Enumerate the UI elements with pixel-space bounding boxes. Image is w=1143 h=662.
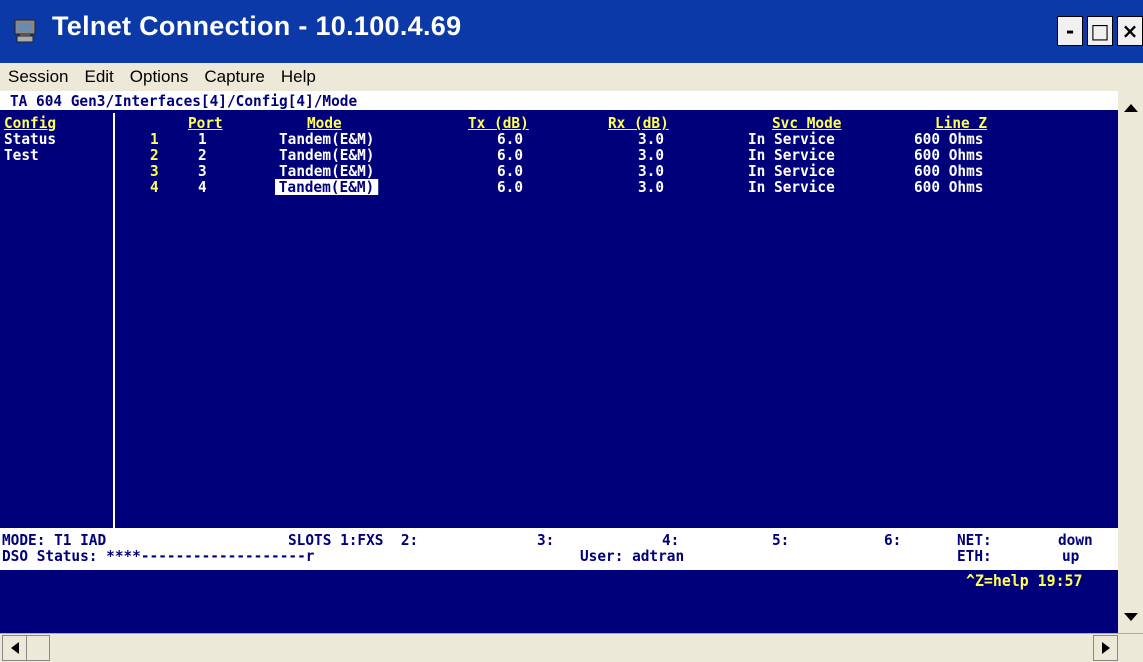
slot-5-status: 5: (772, 531, 790, 549)
mode-value[interactable]: Tandem(E&M) (279, 147, 374, 163)
svc-mode-value[interactable]: In Service (748, 179, 835, 195)
port-value: 2 (198, 146, 207, 164)
rx-value[interactable]: 3.0 (638, 163, 664, 179)
rx-value[interactable]: 3.0 (638, 131, 664, 147)
sidebar-divider (113, 113, 115, 528)
net-status: down (1058, 531, 1093, 549)
port-value: 4 (198, 178, 207, 196)
svc-mode-value[interactable]: In Service (748, 163, 835, 179)
menu-options[interactable]: Options (122, 67, 197, 87)
row-index: 2 (150, 146, 159, 164)
net-label: NET: (957, 531, 992, 549)
menu-session[interactable]: Session (0, 67, 76, 87)
menu-capture[interactable]: Capture (196, 67, 272, 87)
menu-help[interactable]: Help (273, 67, 324, 87)
menu-path: TA 604 Gen3/Interfaces[4]/Config[4]/Mode (10, 92, 358, 110)
terminal-screen[interactable]: TA 604 Gen3/Interfaces[4]/Config[4]/Mode… (0, 91, 1118, 633)
window-title: Telnet Connection - 10.100.4.69 (52, 11, 462, 41)
col-header-tx: Tx (dB) (468, 114, 529, 132)
terminal-bottom-area (0, 570, 1118, 633)
slots-status: SLOTS 1:FXS 2: (288, 531, 419, 549)
tx-value[interactable]: 6.0 (497, 179, 523, 195)
svc-mode-value[interactable]: In Service (748, 131, 835, 147)
slot-4-status: 4: (662, 531, 680, 549)
tx-value[interactable]: 6.0 (497, 147, 523, 163)
eth-status: up (1062, 547, 1080, 565)
rx-value[interactable]: 3.0 (638, 147, 664, 163)
col-header-mode: Mode (307, 114, 342, 132)
col-header-rx: Rx (dB) (608, 114, 669, 132)
horizontal-scrollbar[interactable] (0, 633, 1143, 662)
minimize-button[interactable]: - (1057, 16, 1083, 46)
col-header-svc-mode: Svc Mode (772, 114, 842, 132)
col-header-port: Port (188, 114, 223, 132)
mode-value[interactable]: Tandem(E&M) (279, 163, 374, 179)
sidebar-item-config[interactable]: Config (4, 115, 56, 131)
eth-label: ETH: (957, 547, 992, 565)
scroll-up-arrow-icon[interactable] (1118, 95, 1143, 120)
svc-mode-value[interactable]: In Service (748, 147, 835, 163)
title-bar: Telnet Connection - 10.100.4.69 - □ × (0, 0, 1143, 63)
sidebar-item-status[interactable]: Status (4, 131, 56, 147)
scroll-right-arrow-icon[interactable] (1093, 635, 1118, 661)
slot-3-status: 3: (537, 531, 555, 549)
menu-bar: Session Edit Options Capture Help (0, 63, 1143, 91)
line-z-value[interactable]: 600 Ohms (914, 131, 983, 147)
line-z-value[interactable]: 600 Ohms (914, 163, 983, 179)
col-header-line-z: Line Z (935, 114, 988, 132)
telnet-app-icon[interactable] (14, 18, 38, 44)
port-value: 3 (198, 162, 207, 180)
ds0-status: DSO Status: ****-------------------r (2, 547, 315, 565)
line-z-value[interactable]: 600 Ohms (914, 147, 983, 163)
user-status: User: adtran (580, 547, 685, 565)
scroll-left-arrow-icon[interactable] (2, 635, 27, 661)
mode-value-selected[interactable]: Tandem(E&M) (275, 179, 378, 195)
row-index: 1 (150, 130, 159, 148)
port-value: 1 (198, 130, 207, 148)
system-mode-status: MODE: T1 IAD (2, 531, 107, 549)
slot-6-status: 6: (884, 531, 902, 549)
scroll-down-arrow-icon[interactable] (1118, 604, 1143, 629)
sidebar-item-test[interactable]: Test (4, 147, 39, 163)
mode-value[interactable]: Tandem(E&M) (279, 131, 374, 147)
tx-value[interactable]: 6.0 (497, 131, 523, 147)
horizontal-scroll-thumb[interactable] (26, 635, 50, 661)
close-button[interactable]: × (1117, 16, 1143, 46)
row-index: 3 (150, 162, 159, 180)
maximize-button[interactable]: □ (1087, 16, 1113, 46)
help-hint: ^Z=help 19:57 (966, 571, 1083, 590)
tx-value[interactable]: 6.0 (497, 163, 523, 179)
row-index: 4 (150, 178, 159, 196)
rx-value[interactable]: 3.0 (638, 179, 664, 195)
line-z-value[interactable]: 600 Ohms (914, 179, 983, 195)
vertical-scrollbar[interactable] (1118, 91, 1143, 633)
menu-edit[interactable]: Edit (76, 67, 121, 87)
